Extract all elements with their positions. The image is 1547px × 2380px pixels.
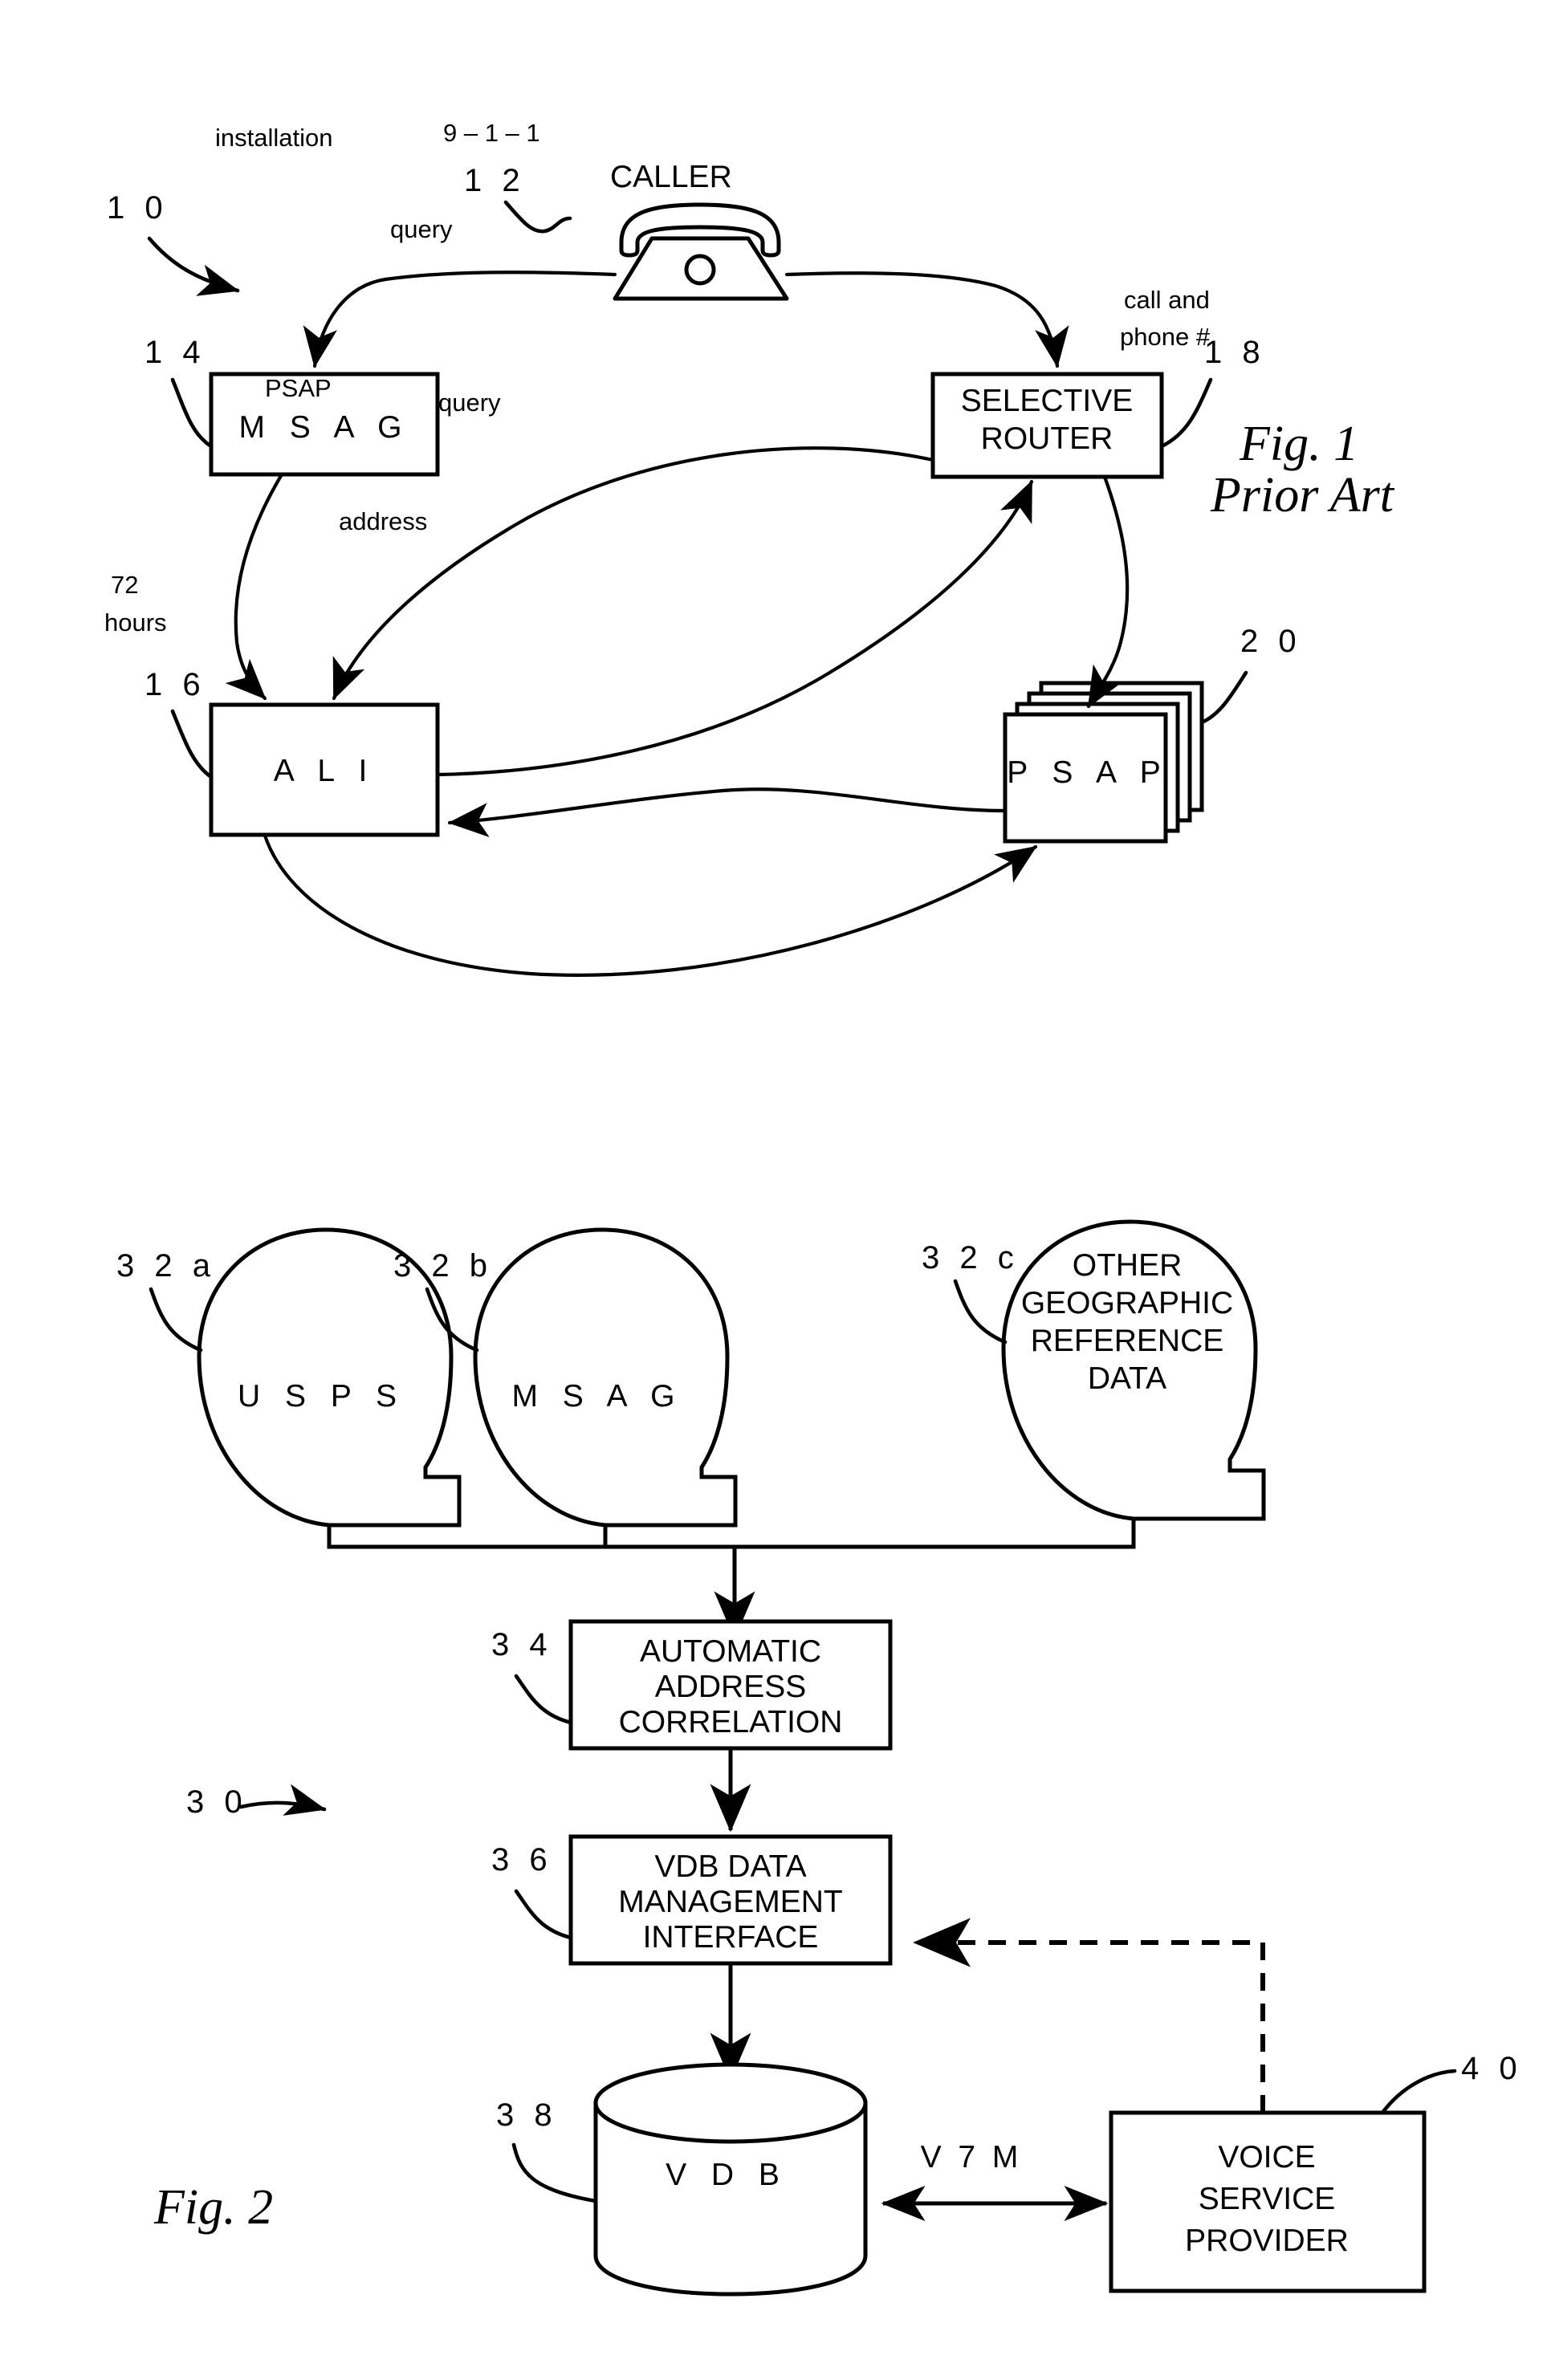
figure-1-caption-line1: Fig. 1: [1239, 417, 1358, 471]
vdb-cylinder-top: [593, 2062, 868, 2144]
ref-numeral-34: 3 4: [491, 1627, 553, 1662]
vsp-label-line2: SERVICE: [1199, 2182, 1336, 2216]
edge-label-installation: installation: [215, 124, 332, 152]
edge-label-hours: hours: [104, 608, 167, 637]
vdbmi-label-line1: VDB DATA: [654, 1849, 806, 1884]
ref-numeral-32b: 3 2 b: [393, 1248, 493, 1284]
ref-numeral-38: 3 8: [496, 2097, 558, 2133]
aac-node: AUTOMATIC ADDRESS CORRELATION: [568, 1619, 893, 1751]
edge-label-call-and: call and: [1124, 286, 1210, 314]
aac-label-line1: AUTOMATIC: [640, 1634, 821, 1669]
vsp-label-line3: PROVIDER: [1185, 2223, 1349, 2258]
vdb-label: V D B: [666, 2158, 788, 2192]
edge-label-psap: PSAP: [265, 374, 332, 402]
ref-numeral-10: 1 0: [107, 190, 169, 226]
other-geo-label-line1: OTHER: [1073, 1248, 1183, 1283]
ref-numeral-40: 4 0: [1461, 2051, 1523, 2086]
usps-label: U S P S: [238, 1379, 405, 1414]
ref-numeral-12: 1 2: [464, 163, 526, 198]
ref-numeral-36: 3 6: [491, 1842, 553, 1878]
ref-numeral-20: 2 0: [1240, 624, 1302, 659]
other-geo-label-line3: REFERENCE: [1031, 1324, 1224, 1358]
ali-node: A L I: [209, 702, 440, 837]
ref-numeral-14: 1 4: [145, 335, 206, 370]
psap-node: P S A P: [1003, 681, 1204, 844]
ref-numeral-32c: 3 2 c: [922, 1240, 1020, 1275]
ref-numeral-32a: 3 2 a: [116, 1248, 216, 1284]
figure-2-caption: Fig. 2: [153, 2180, 273, 2235]
router-node: SELECTIVE ROUTER: [930, 372, 1164, 479]
edge-label-query-psap: query: [438, 389, 501, 417]
ref-numeral-16: 1 6: [145, 667, 206, 702]
ref-numeral-30: 3 0: [186, 1784, 248, 1820]
sheet-background: [0, 0, 1547, 2380]
vsp-label-line1: VOICE: [1218, 2140, 1315, 2175]
router-label-line2: ROUTER: [981, 421, 1113, 456]
edge-label-72: 72: [111, 571, 138, 599]
router-label-line1: SELECTIVE: [961, 384, 1134, 418]
edge-label-v7m: V 7 M: [921, 2140, 1023, 2175]
ali-label: A L I: [274, 754, 376, 788]
psap-label: P S A P: [1007, 755, 1169, 790]
ref-numeral-18: 1 8: [1204, 335, 1266, 370]
other-geo-label-line4: DATA: [1088, 1361, 1166, 1396]
vdbmi-label-line3: INTERFACE: [643, 1920, 819, 1955]
edge-label-address: address: [339, 507, 427, 535]
msag2-label: M S A G: [511, 1379, 682, 1414]
vdbmi-node: VDB DATA MANAGEMENT INTERFACE: [568, 1834, 893, 1966]
vsp-node: VOICE SERVICE PROVIDER: [1109, 2110, 1427, 2293]
edge-label-query-router-visible: query: [390, 215, 453, 243]
caller-label: CALLER: [610, 160, 732, 194]
vdb-node: V D B: [593, 2062, 868, 2297]
edge-label-phone-num: phone #: [1120, 323, 1211, 351]
other-geo-label-line2: GEOGRAPHIC: [1021, 1286, 1233, 1320]
phone-dial-icon: [684, 254, 716, 286]
patent-drawing-sheet: 1 0 1 2 CALLER installation 9 – 1 – 1 M …: [0, 0, 1547, 2380]
vdbmi-label-line2: MANAGEMENT: [618, 1885, 843, 1919]
aac-label-line2: ADDRESS: [655, 1670, 807, 1704]
aac-label-line3: CORRELATION: [619, 1705, 843, 1739]
figure-1-caption-line2: Prior Art: [1210, 468, 1395, 523]
msag-label: M S A G: [238, 410, 409, 445]
edge-label-911: 9 – 1 – 1: [443, 119, 540, 147]
